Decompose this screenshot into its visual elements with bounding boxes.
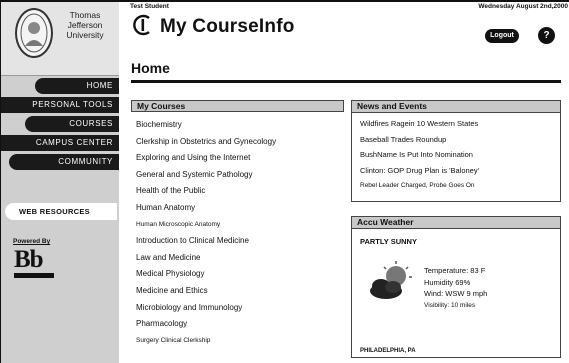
- weather-condition: PARTLY SUNNY: [360, 237, 417, 246]
- powered-by-link[interactable]: Powered By: [13, 238, 50, 245]
- news-events-heading: News and Events: [352, 101, 560, 113]
- university-name-line: Thomas: [69, 10, 101, 20]
- help-button[interactable]: ?: [538, 27, 555, 44]
- weather-stats: Temperature: 83 F Humidity 69% Wind: WSW…: [424, 265, 487, 311]
- blackboard-logo[interactable]: Bb: [14, 247, 54, 272]
- course-link[interactable]: Medical Physiology: [136, 266, 344, 283]
- news-link[interactable]: Clinton: GOP Drug Plan is 'Baloney': [360, 163, 560, 179]
- university-name: Thomas Jefferson University: [55, 10, 115, 40]
- news-events-panel: News and Events Wildfires Ragein 10 West…: [351, 100, 561, 202]
- course-link[interactable]: Medicine and Ethics: [136, 283, 344, 300]
- course-link[interactable]: General and Systemic Pathology: [136, 167, 344, 184]
- course-link[interactable]: Exploring and Using the Internet: [136, 150, 344, 167]
- title-divider: [131, 80, 561, 83]
- nav-campus-center[interactable]: CAMPUS CENTER: [1, 135, 119, 151]
- my-courses-panel: My Courses Biochemistry Clerkship in Obs…: [131, 100, 344, 358]
- app-title: My CourseInfo: [160, 16, 295, 37]
- partly-sunny-icon: [370, 261, 412, 299]
- nav-home[interactable]: HOME: [35, 78, 119, 94]
- university-logo[interactable]: Thomas Jefferson University: [1, 2, 119, 76]
- course-link[interactable]: Law and Medicine: [136, 250, 344, 267]
- course-link[interactable]: Pharmacology: [136, 316, 344, 333]
- blackboard-logo-bar: [14, 273, 54, 278]
- nav-courses[interactable]: COURSES: [25, 116, 119, 132]
- logout-button[interactable]: Logout: [485, 29, 519, 43]
- main-nav: HOME PERSONAL TOOLS COURSES CAMPUS CENTE…: [1, 78, 119, 173]
- weather-humidity: Humidity 69%: [424, 277, 471, 287]
- sidebar: Thomas Jefferson University HOME PERSONA…: [1, 2, 119, 363]
- course-link[interactable]: Human Anatomy: [136, 200, 344, 217]
- user-name: Test Student: [130, 3, 169, 10]
- university-name-line: University: [66, 30, 104, 40]
- page-title: Home: [131, 60, 170, 76]
- course-link[interactable]: Human Microscopic Anatomy: [136, 217, 344, 234]
- news-link[interactable]: Baseball Trades Roundup: [360, 132, 560, 148]
- university-name-line: Jefferson: [67, 20, 103, 30]
- weather-heading: Accu Weather: [352, 217, 560, 229]
- courseinfo-logo-icon: [133, 14, 150, 36]
- course-link[interactable]: Introduction to Clinical Medicine: [136, 233, 344, 250]
- weather-panel: Accu Weather PARTLY SUNNY Temperature: 8…: [351, 216, 561, 358]
- news-link[interactable]: Wildfires Ragein 10 Western States: [360, 116, 560, 132]
- course-link[interactable]: Microbiology and Immunology: [136, 300, 344, 317]
- weather-temperature: Temperature: 83 F: [424, 266, 486, 275]
- current-date: Wednesday August 2nd,2000: [478, 3, 568, 10]
- news-link[interactable]: Rebel Leader Charged, Probe Goes On: [360, 178, 560, 194]
- nav-personal-tools[interactable]: PERSONAL TOOLS: [1, 97, 119, 113]
- web-resources-tab[interactable]: WEB RESOURCES: [5, 203, 117, 220]
- weather-wind: Wind: WSW 9 mph: [424, 289, 488, 298]
- my-courses-heading: My Courses: [131, 100, 344, 112]
- course-link[interactable]: Clerkship in Obstetrics and Gynecology: [136, 134, 344, 151]
- university-seal-icon: [15, 8, 53, 58]
- course-link[interactable]: Surgery Clinical Clerkship: [136, 333, 344, 350]
- weather-location: PHILADELPHIA, PA: [360, 348, 416, 354]
- nav-community[interactable]: COMMUNITY: [9, 154, 119, 170]
- weather-visibility: Visibility: 10 miles: [424, 301, 476, 309]
- course-link[interactable]: Health of the Public: [136, 183, 344, 200]
- course-list: Biochemistry Clerkship in Obstetrics and…: [131, 112, 344, 349]
- course-link[interactable]: Biochemistry: [136, 117, 344, 134]
- news-link[interactable]: BushName Is Put Into Nomination: [360, 147, 560, 163]
- news-list: Wildfires Ragein 10 Western States Baseb…: [352, 113, 560, 194]
